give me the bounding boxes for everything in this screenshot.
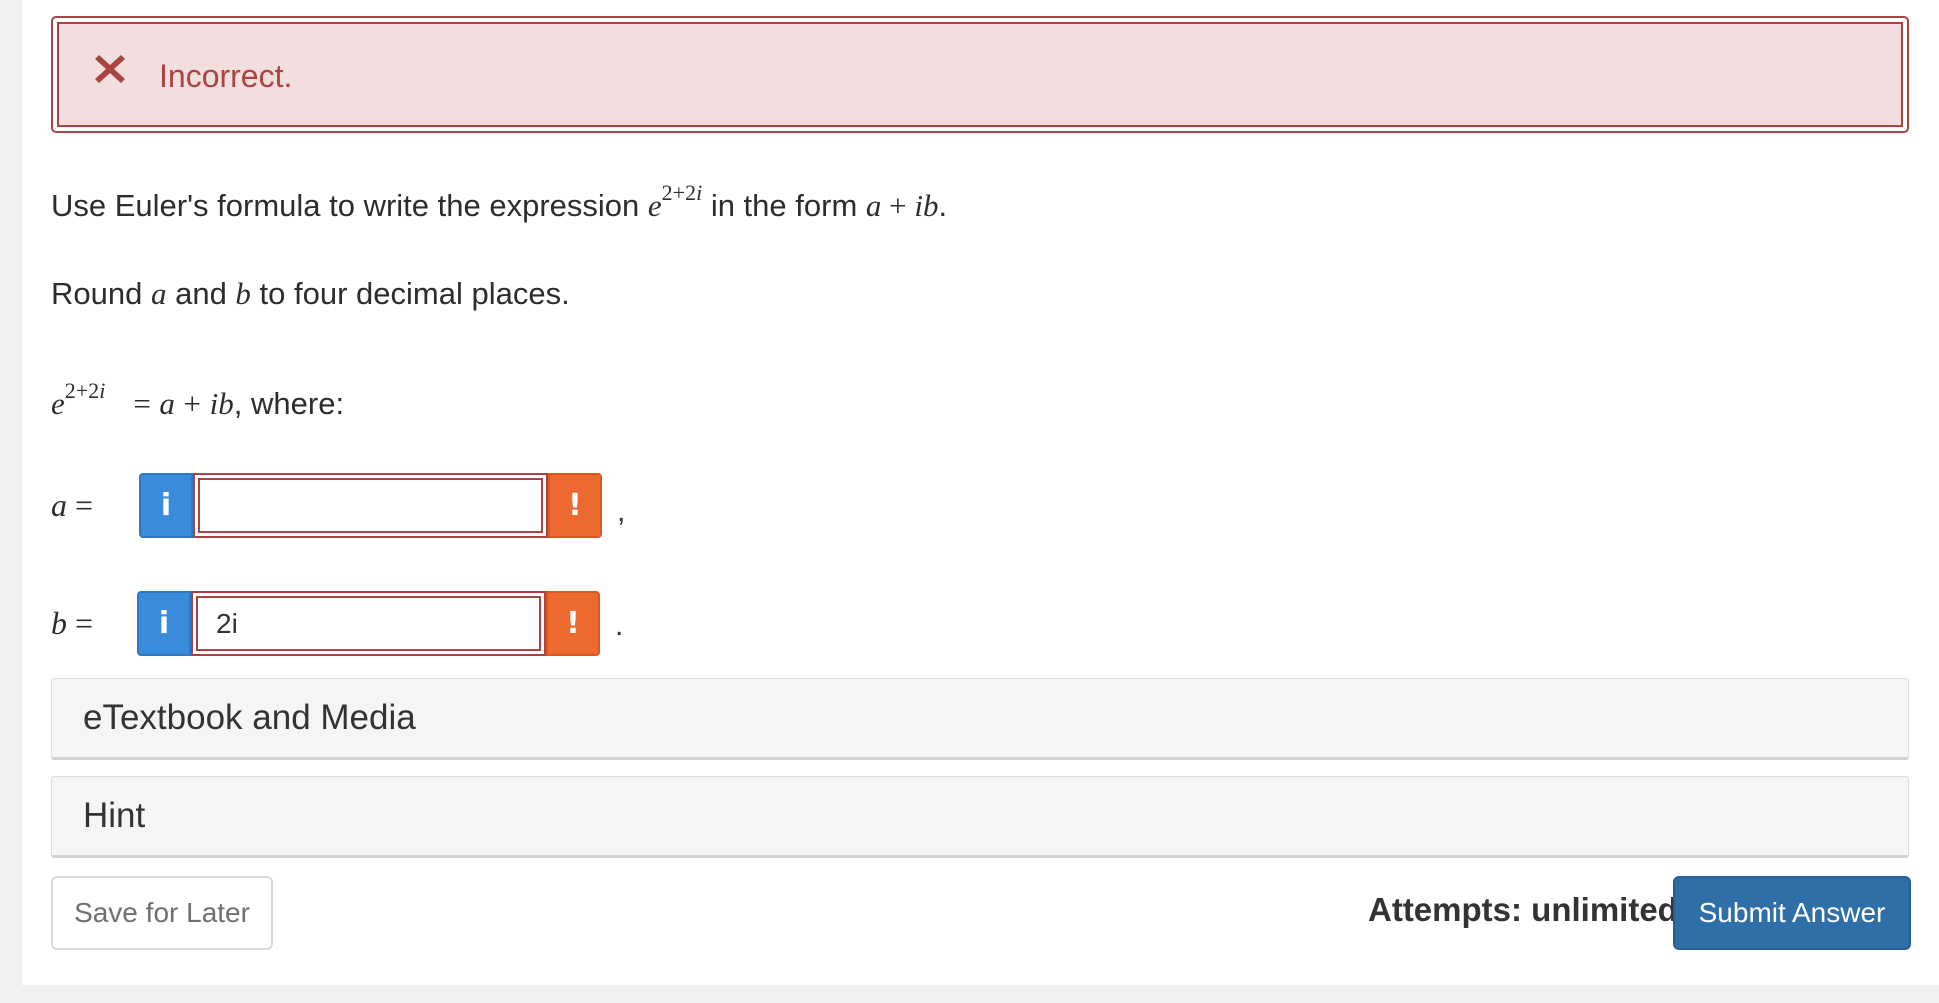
answer-b-trailing-punctuation: . (615, 609, 624, 642)
answer-a-equals: = (75, 487, 94, 523)
answer-a-info-button[interactable]: i (139, 473, 193, 538)
expression-exponent: 2+2i (662, 180, 703, 205)
form-variable-a: a (865, 188, 882, 223)
question-text-part: and (166, 276, 236, 311)
answer-a-variable: a (51, 487, 67, 523)
answer-b-variable: b (51, 605, 67, 641)
equation-exponent-number: 2+2 (64, 378, 100, 403)
question-text-part: in the form (702, 188, 866, 223)
answer-a-trailing-punctuation: , (617, 495, 626, 528)
answer-b-equals: = (75, 605, 94, 641)
equation-ib: ib (209, 386, 234, 421)
variable-a: a (150, 276, 167, 311)
save-for-later-button[interactable]: Save for Later (51, 876, 273, 950)
answer-b-group: i ! (137, 591, 600, 656)
submit-answer-button[interactable]: Submit Answer (1673, 876, 1911, 950)
expression-base: e (647, 188, 662, 223)
feedback-banner: Incorrect. (51, 16, 1909, 133)
equation-equals: = (133, 386, 151, 421)
etextbook-panel-title: eTextbook and Media (83, 698, 416, 737)
equation-exponent-variable: i (99, 378, 106, 403)
rounding-instruction: Round a and b to four decimal places. (51, 274, 570, 314)
answer-b-info-button[interactable]: i (137, 591, 191, 656)
feedback-status-text: Incorrect. (159, 58, 293, 94)
answer-a-input-wrapper (193, 473, 548, 538)
answer-b-warning-button[interactable]: ! (546, 591, 600, 656)
equation-a: a (159, 386, 175, 421)
etextbook-panel[interactable]: eTextbook and Media (51, 678, 1909, 760)
answer-a-label: a = (51, 485, 93, 525)
question-text-end: . (938, 188, 948, 223)
answer-b-label: b = (51, 603, 93, 643)
answer-b-input-wrapper (191, 591, 546, 656)
warning-icon: ! (566, 606, 580, 641)
equation-exponent: 2+2i (65, 378, 106, 403)
question-text-part: Round (51, 276, 151, 311)
info-icon: i (158, 606, 170, 641)
form-plus: + (881, 188, 915, 223)
hint-panel-title: Hint (83, 796, 146, 835)
question-text-part: Use Euler's formula to write the express… (51, 188, 648, 223)
variable-b: b (235, 276, 251, 311)
warning-icon: ! (568, 488, 582, 523)
answer-a-warning-button[interactable]: ! (548, 473, 602, 538)
attempts-label: Attempts: unlimited (1368, 891, 1678, 928)
equation-base: e (51, 386, 65, 421)
equation-statement: e2+2i = a + ib, where: (51, 380, 345, 424)
answer-b-input[interactable] (196, 596, 541, 651)
question-text-part: to four decimal places. (250, 276, 570, 311)
answer-a-group: i ! (139, 473, 602, 538)
form-variable-ib: ib (914, 188, 939, 223)
hint-panel[interactable]: Hint (51, 776, 1909, 858)
question-instruction: Use Euler's formula to write the express… (51, 182, 948, 226)
equation-suffix: , where: (233, 386, 345, 421)
feedback-banner-inner: Incorrect. (57, 22, 1903, 127)
equation-plus: + (183, 386, 202, 421)
expression-exponent-number: 2+2 (661, 180, 697, 205)
answer-a-input[interactable] (198, 478, 543, 533)
x-mark-icon (95, 55, 125, 83)
info-icon: i (160, 488, 172, 523)
